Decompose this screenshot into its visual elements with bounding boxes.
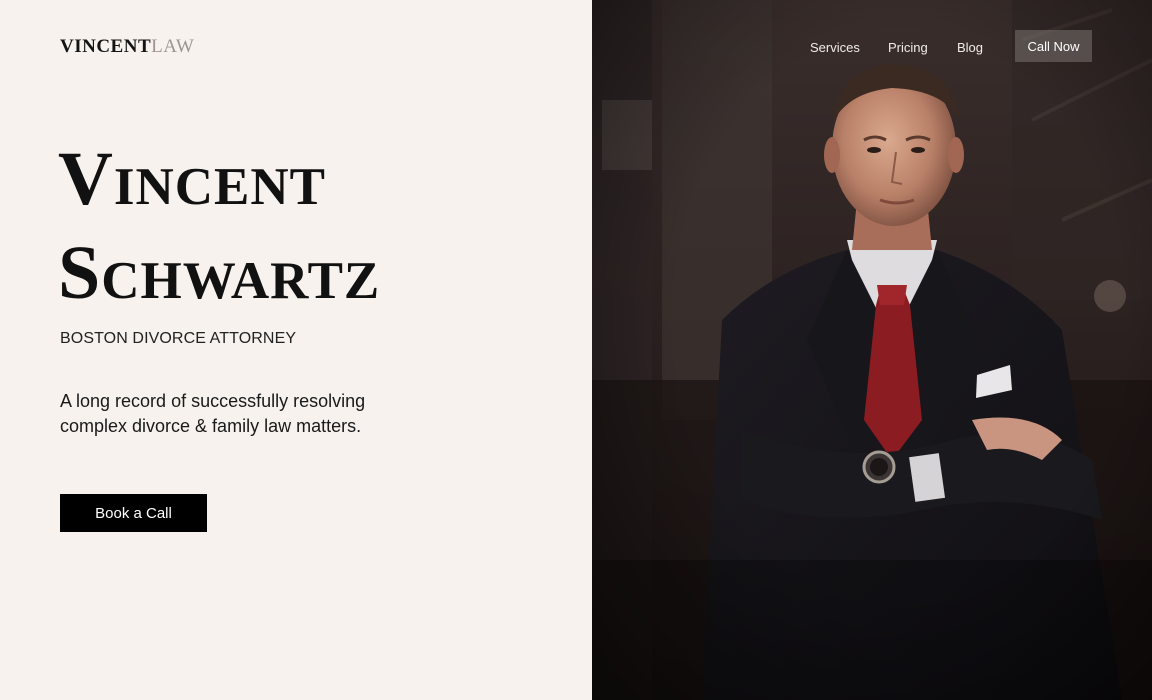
logo-text-strong: VINCENT [60, 36, 152, 57]
brand-logo[interactable]: VINCENTLAW [60, 36, 194, 58]
logo-text-light: LAW [151, 36, 195, 57]
hero-left-panel: VINCENTLAW Vincent Schwartz BOSTON DIVOR… [0, 0, 592, 700]
hero-subtitle: BOSTON DIVORCE ATTORNEY [60, 330, 297, 347]
hero-photo [592, 0, 1152, 700]
nav-link-services[interactable]: Services [810, 40, 860, 55]
main-navigation: Services Pricing Blog Call Now [592, 0, 1152, 90]
book-a-call-button[interactable]: Book a Call [60, 494, 207, 532]
hero-title: Vincent Schwartz [58, 132, 380, 320]
attorney-portrait-image [592, 0, 1152, 700]
hero-title-last-name: Schwartz [58, 231, 381, 315]
hero-description: A long record of successfully resolving … [60, 391, 366, 436]
call-now-button[interactable]: Call Now [1015, 30, 1092, 62]
nav-link-pricing[interactable]: Pricing [888, 40, 928, 55]
nav-link-blog[interactable]: Blog [957, 40, 983, 55]
hero-title-first-name: Vincent [58, 137, 327, 221]
